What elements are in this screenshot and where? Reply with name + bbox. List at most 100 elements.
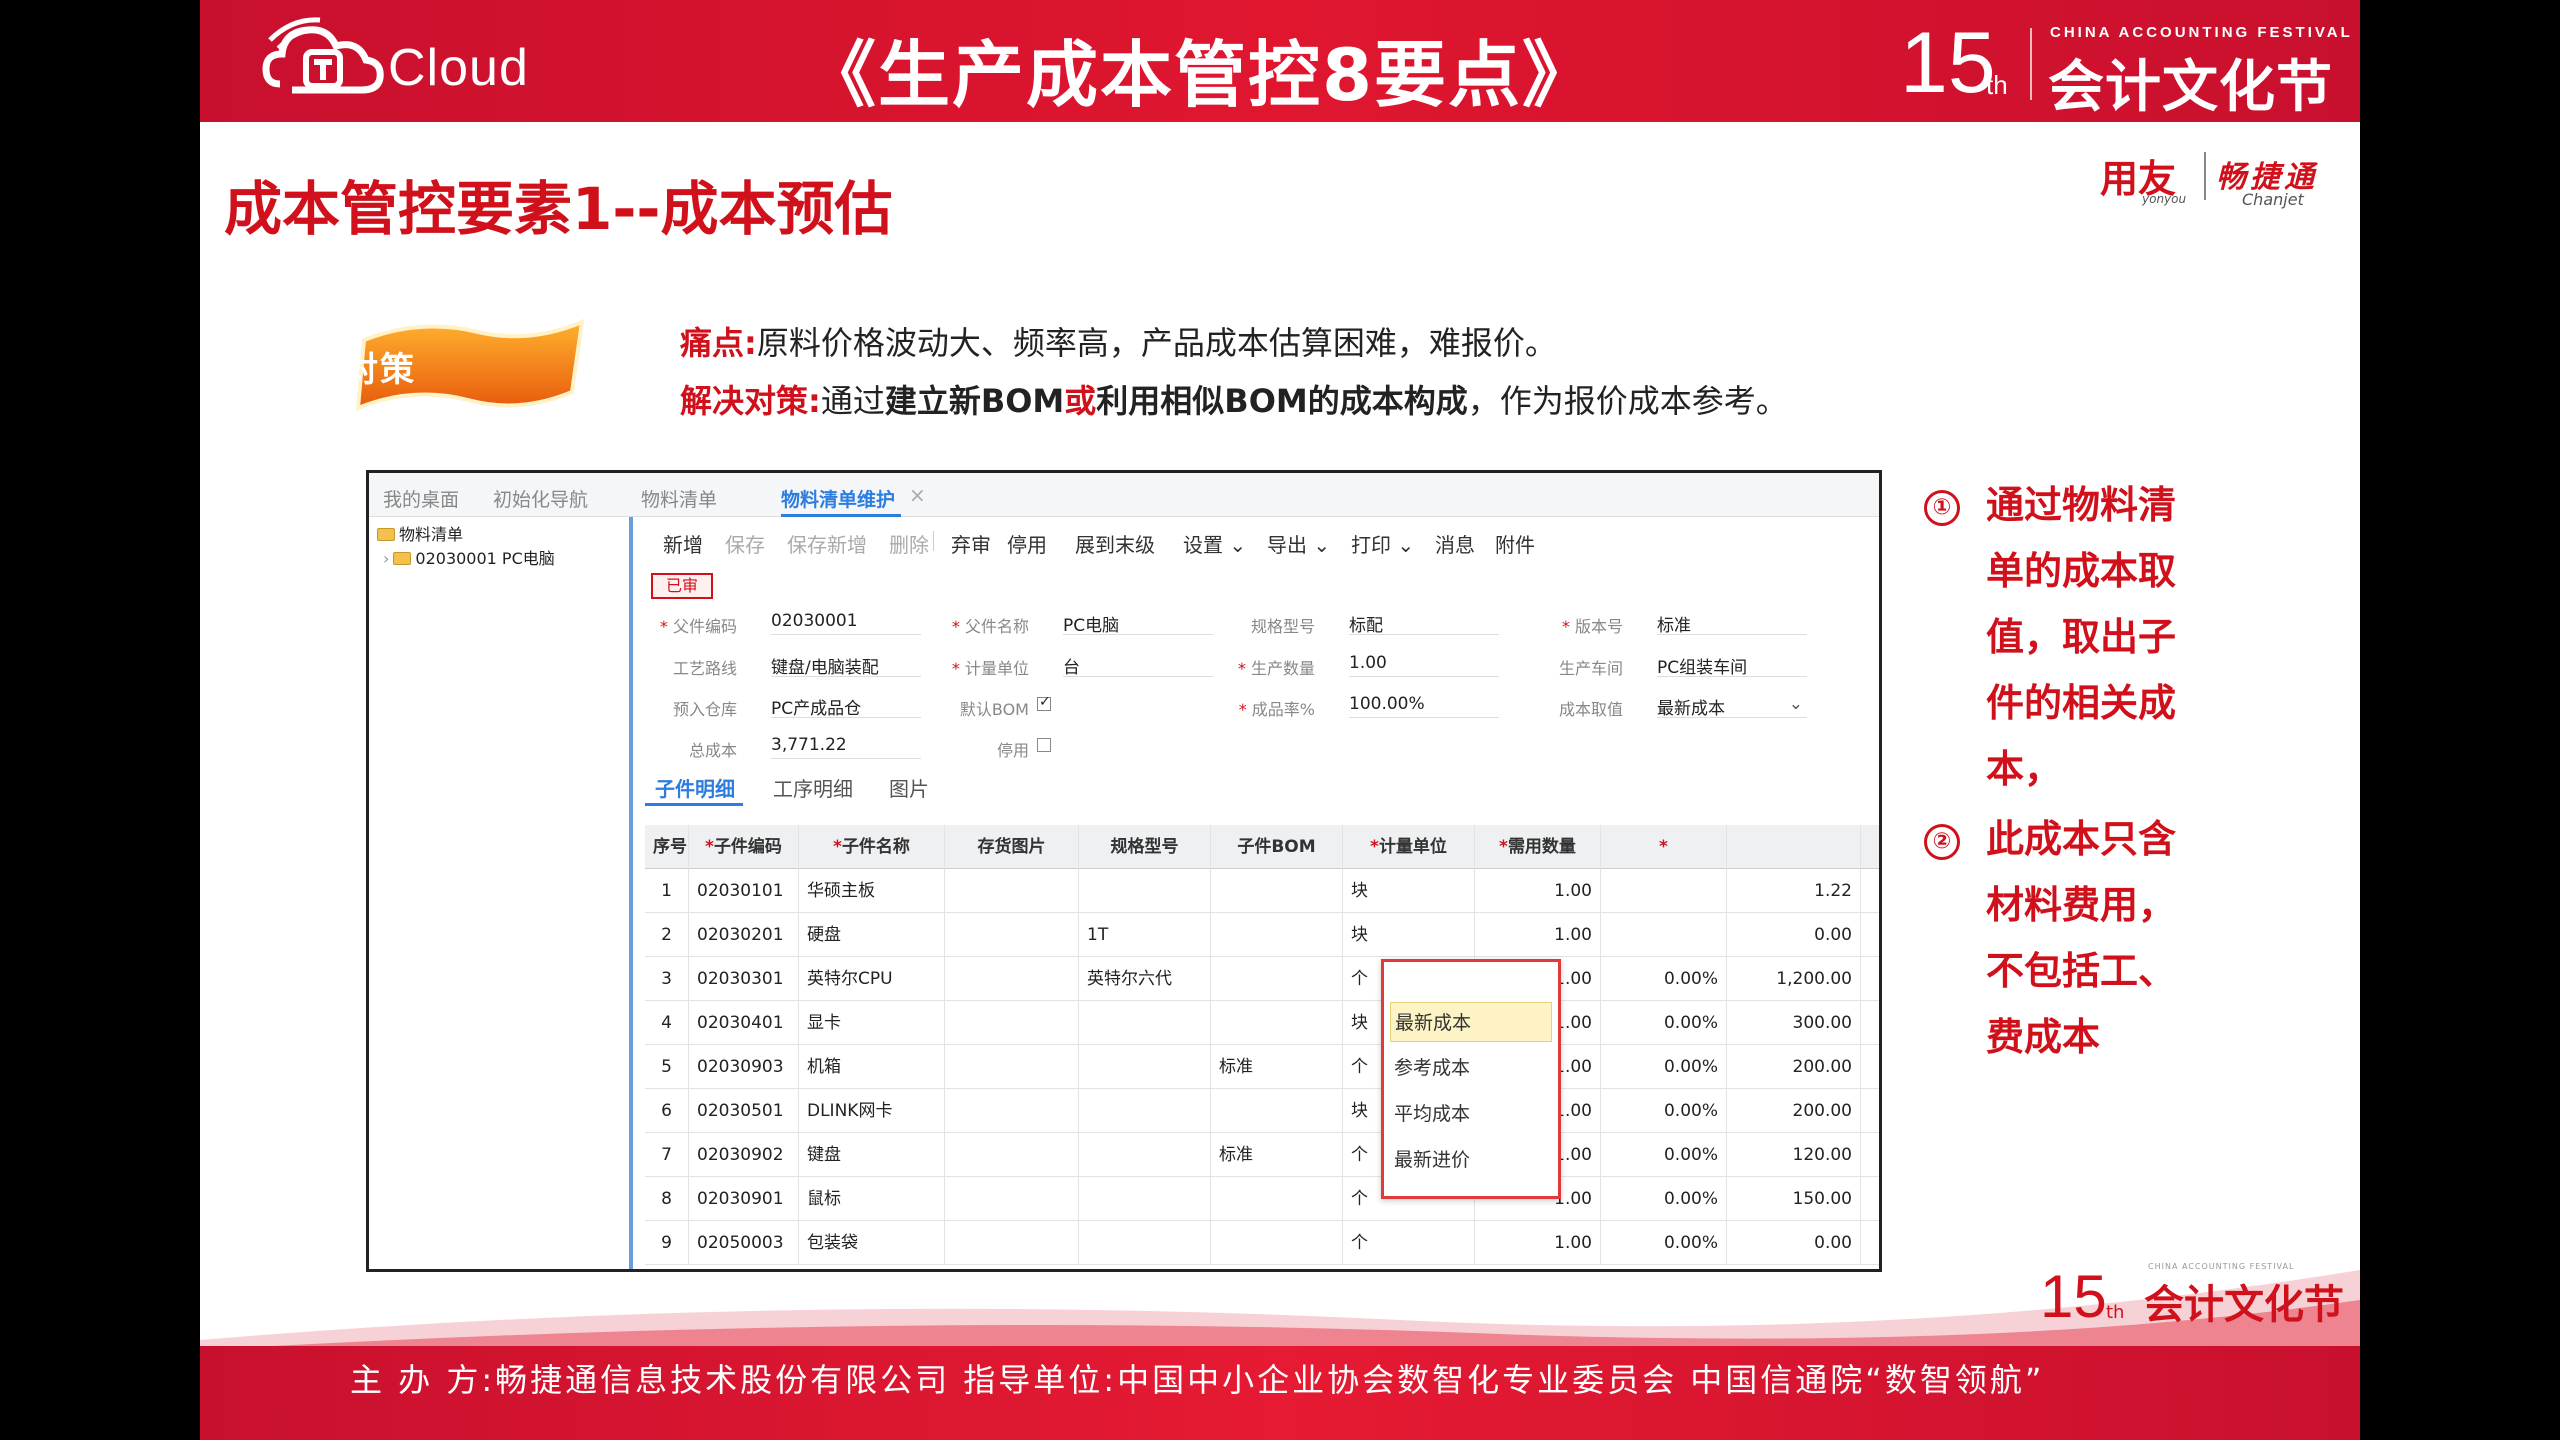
table-cell[interactable]: 02030901 <box>689 1177 799 1221</box>
table-cell[interactable] <box>945 1133 1079 1177</box>
table-cell[interactable]: 机箱 <box>799 1045 945 1089</box>
table-cell[interactable]: 02030201 <box>689 913 799 957</box>
disable-button[interactable]: 停用 <box>1007 529 1047 558</box>
table-cell[interactable] <box>1079 1177 1211 1221</box>
table-cell[interactable]: 02030903 <box>689 1045 799 1089</box>
table-cell[interactable] <box>945 1045 1079 1089</box>
table-cell[interactable]: 标准 <box>1211 1133 1343 1177</box>
table-cell[interactable] <box>1079 1089 1211 1133</box>
tab-bom-maintain[interactable]: 物料清单维护 <box>781 485 895 512</box>
table-cell[interactable] <box>1211 1001 1343 1045</box>
option-latest-purchase-price[interactable]: 最新进价 <box>1390 1140 1552 1180</box>
table-cell[interactable]: 0.00% <box>1601 1001 1727 1045</box>
table-cell[interactable]: 英特尔六代 <box>1079 957 1211 1001</box>
save-add-button[interactable]: 保存新增 <box>787 529 867 558</box>
table-cell[interactable]: 1,200.00 <box>1727 957 1861 1001</box>
table-row[interactable]: 2 02030201 硬盘 1T 块 1.00 0.00 <box>645 913 1879 957</box>
table-cell[interactable]: 02030501 <box>689 1089 799 1133</box>
table-cell[interactable]: 0.00% <box>1601 1133 1727 1177</box>
table-cell[interactable]: 200.00 <box>1727 1089 1861 1133</box>
table-cell[interactable]: 02030301 <box>689 957 799 1001</box>
table-cell[interactable]: 标准 <box>1211 1045 1343 1089</box>
table-cell[interactable]: 7 <box>645 1133 689 1177</box>
table-cell[interactable]: 8 <box>645 1177 689 1221</box>
tab-init-nav[interactable]: 初始化导航 <box>493 485 588 512</box>
table-cell[interactable] <box>1211 869 1343 913</box>
table-cell[interactable]: 02030401 <box>689 1001 799 1045</box>
table-cell[interactable]: 硬盘 <box>799 913 945 957</box>
qty-field[interactable]: 1.00 <box>1349 653 1499 677</box>
table-cell[interactable] <box>945 1001 1079 1045</box>
table-cell[interactable] <box>1211 1177 1343 1221</box>
tab-sub-items[interactable]: 子件明细 <box>655 773 735 802</box>
table-cell[interactable]: 0.00% <box>1601 1045 1727 1089</box>
table-cell[interactable]: 1.00 <box>1475 913 1601 957</box>
tab-bom[interactable]: 物料清单 <box>641 485 717 512</box>
table-cell[interactable]: 1T <box>1079 913 1211 957</box>
print-menu[interactable]: 打印 ⌄ <box>1351 529 1414 558</box>
parent-code-field[interactable]: 02030001 <box>771 611 921 635</box>
tab-processes[interactable]: 工序明细 <box>773 773 853 802</box>
table-cell[interactable] <box>945 913 1079 957</box>
option-average-cost[interactable]: 平均成本 <box>1390 1094 1552 1134</box>
table-cell[interactable]: 华硕主板 <box>799 869 945 913</box>
table-cell[interactable] <box>1079 1001 1211 1045</box>
disabled-checkbox[interactable] <box>1037 738 1051 752</box>
cost-source-select[interactable]: 最新成本 ⌄ <box>1657 694 1807 719</box>
table-cell[interactable]: 0.00% <box>1601 1177 1727 1221</box>
table-cell[interactable] <box>945 1089 1079 1133</box>
table-cell[interactable]: DLINK网卡 <box>799 1089 945 1133</box>
table-cell[interactable]: 4 <box>645 1001 689 1045</box>
table-cell[interactable]: 显卡 <box>799 1001 945 1045</box>
table-cell[interactable]: 6 <box>645 1089 689 1133</box>
route-field[interactable]: 键盘/电脑装配 <box>771 653 921 678</box>
expand-all-button[interactable]: 展到末级 <box>1075 529 1155 558</box>
table-cell[interactable] <box>945 869 1079 913</box>
table-cell[interactable] <box>1211 957 1343 1001</box>
table-cell[interactable]: 2 <box>645 913 689 957</box>
table-cell[interactable] <box>1079 869 1211 913</box>
table-row[interactable]: 5 02030903 机箱 标准个 1.00 0.00% 200.00 <box>645 1045 1879 1089</box>
yield-field[interactable]: 100.00% <box>1349 694 1499 718</box>
table-cell[interactable]: 150.00 <box>1727 1177 1861 1221</box>
table-cell[interactable] <box>945 1177 1079 1221</box>
table-cell[interactable] <box>1211 1089 1343 1133</box>
table-cell[interactable] <box>1079 1045 1211 1089</box>
table-cell[interactable]: 1.22 <box>1727 869 1861 913</box>
table-cell[interactable]: 键盘 <box>799 1133 945 1177</box>
table-cell[interactable]: 1 <box>645 869 689 913</box>
tab-desktop[interactable]: 我的桌面 <box>383 485 459 512</box>
table-cell[interactable]: 02030902 <box>689 1133 799 1177</box>
table-cell[interactable]: 5 <box>645 1045 689 1089</box>
table-cell[interactable]: 300.00 <box>1727 1001 1861 1045</box>
table-cell[interactable]: 块 <box>1343 913 1475 957</box>
version-field[interactable]: 标准 <box>1657 611 1807 636</box>
table-cell[interactable] <box>1601 913 1727 957</box>
table-row[interactable]: 7 02030902 键盘 标准个 1.00 0.00% 120.00 <box>645 1133 1879 1177</box>
unapprove-button[interactable]: 弃审 <box>951 529 991 558</box>
default-bom-checkbox[interactable] <box>1037 694 1051 711</box>
settings-menu[interactable]: 设置 ⌄ <box>1183 529 1246 558</box>
close-tab-icon[interactable]: × <box>909 483 926 507</box>
table-row[interactable]: 1 02030101 华硕主板 块 1.00 1.22 <box>645 869 1879 913</box>
delete-button[interactable]: 删除 <box>889 529 929 558</box>
table-cell[interactable] <box>1211 913 1343 957</box>
spec-field[interactable]: 标配 <box>1349 611 1499 636</box>
table-cell[interactable]: 120.00 <box>1727 1133 1861 1177</box>
table-row[interactable]: 6 02030501 DLINK网卡块 1.00 0.00% 200.00 <box>645 1089 1879 1133</box>
table-cell[interactable]: 英特尔CPU <box>799 957 945 1001</box>
export-menu[interactable]: 导出 ⌄ <box>1267 529 1330 558</box>
message-button[interactable]: 消息 <box>1435 529 1475 558</box>
table-cell[interactable]: 块 <box>1343 869 1475 913</box>
table-cell[interactable] <box>1079 1133 1211 1177</box>
attachment-button[interactable]: 附件 <box>1495 529 1535 558</box>
tab-images[interactable]: 图片 <box>889 773 929 802</box>
table-cell[interactable]: 02030101 <box>689 869 799 913</box>
add-button[interactable]: 新增 <box>663 529 703 558</box>
option-latest-cost[interactable]: 最新成本 <box>1390 1002 1552 1042</box>
tree-expand-icon[interactable]: › <box>383 549 389 568</box>
save-button[interactable]: 保存 <box>725 529 765 558</box>
table-row[interactable]: 8 02030901 鼠标个 1.00 0.00% 150.00 <box>645 1177 1879 1221</box>
table-cell[interactable]: 0.00% <box>1601 957 1727 1001</box>
parent-name-field[interactable]: PC电脑 <box>1063 611 1213 636</box>
